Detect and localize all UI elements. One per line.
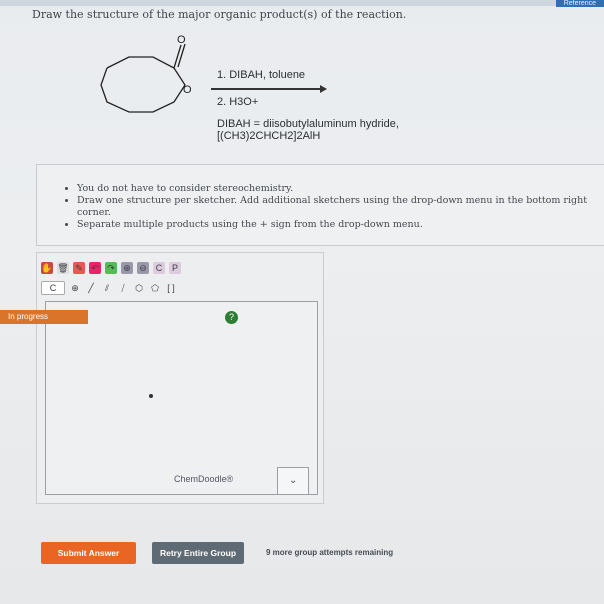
sketcher-toolbar-row1: ✋ 🗑 ✎ ↶ ↷ ⊕ ⊖ C P	[41, 259, 181, 277]
label-p-icon[interactable]: P	[169, 262, 181, 274]
double-bond-icon[interactable]: ⫽	[101, 282, 113, 294]
reaction-arrow	[211, 85, 327, 93]
help-icon[interactable]: ?	[225, 311, 238, 324]
sketcher-dropdown[interactable]: ⌄	[277, 467, 309, 495]
ring-pentagon-icon[interactable]: ⬠	[149, 282, 161, 294]
dibah-definition: DIBAH = diisobutylaluminum hydride,	[217, 118, 399, 130]
attempts-remaining: 9 more group attempts remaining	[266, 548, 394, 557]
question-prompt: Draw the structure of the major organic …	[32, 8, 407, 21]
step1-text: 1. DIBAH, toluene	[217, 69, 306, 81]
chain-c-icon[interactable]: C	[153, 262, 165, 274]
ring-oxygen: O	[183, 84, 192, 96]
drawing-canvas[interactable]: ? ChemDoodle®	[45, 301, 318, 495]
element-select[interactable]: C	[41, 281, 65, 295]
zoom-out-icon[interactable]: ⊖	[137, 262, 149, 274]
zoom-in-icon[interactable]: ⊕	[121, 262, 133, 274]
retry-button[interactable]: Retry Entire Group	[152, 542, 244, 564]
canvas-dot	[149, 394, 153, 398]
reference-tab[interactable]: Reference	[555, 0, 604, 7]
undo-icon[interactable]: ↶	[89, 262, 101, 274]
single-bond-icon[interactable]: ╱	[85, 282, 97, 294]
triple-bond-icon[interactable]: ⧸	[117, 282, 129, 294]
ring-hexagon-icon[interactable]: ⬡	[133, 282, 145, 294]
submit-button[interactable]: Submit Answer	[41, 542, 136, 564]
chevron-down-icon: ⌄	[289, 475, 298, 486]
pencil-icon[interactable]: ✎	[73, 262, 85, 274]
hint-item: Draw one structure per sketcher. Add add…	[77, 195, 604, 219]
top-bar	[0, 0, 604, 6]
charge-icon[interactable]: ⊕	[69, 282, 81, 294]
dibah-formula: [(CH3)2CHCH2]2AlH	[217, 130, 321, 142]
brackets-icon[interactable]: [ ]	[165, 282, 177, 294]
carbonyl-oxygen: O	[177, 34, 186, 46]
eraser-icon[interactable]: ✋	[41, 262, 53, 274]
step2-text: 2. H3O+	[217, 96, 259, 108]
sketcher-toolbar-row2: C ⊕ ╱ ⫽ ⧸ ⬡ ⬠ [ ]	[41, 279, 177, 297]
reaction-scheme: O O 1. DIBAH, toluene 2. H3O+ DIBAH = di…	[95, 30, 455, 155]
redo-icon[interactable]: ↷	[105, 262, 117, 274]
hint-item: Separate multiple products using the + s…	[77, 219, 604, 231]
status-badge: In progress	[0, 310, 88, 324]
trash-icon[interactable]: 🗑	[57, 262, 69, 274]
hint-item: You do not have to consider stereochemis…	[77, 183, 604, 195]
instruction-box: You do not have to consider stereochemis…	[36, 164, 604, 246]
reactant-structure: O O	[100, 34, 192, 113]
chemdoodle-brand: ChemDoodle®	[174, 474, 234, 484]
